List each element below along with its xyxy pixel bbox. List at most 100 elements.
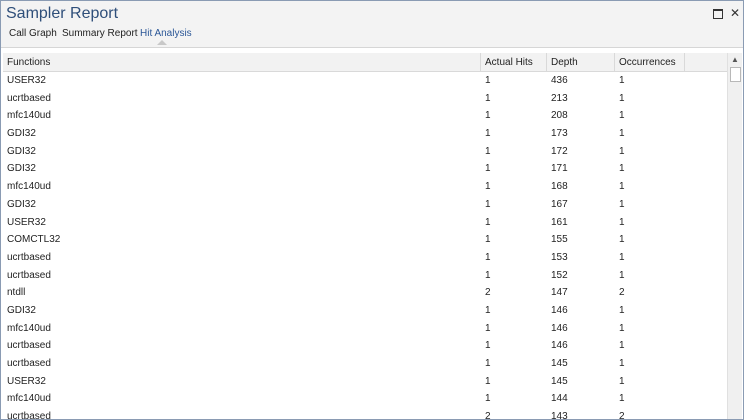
table-row[interactable]: COMCTL32 1 155 1 <box>3 231 727 249</box>
cell-actual-hits: 1 <box>485 128 491 140</box>
cell-depth: 145 <box>551 358 568 369</box>
cell-function: GDI32 <box>7 128 36 140</box>
cell-function: COMCTL32 <box>7 234 61 246</box>
close-icon[interactable]: ✕ <box>728 6 742 20</box>
cell-depth: 173 <box>551 128 568 140</box>
table-row[interactable]: ucrtbased 2 143 2 <box>3 408 727 419</box>
column-header-occurrences[interactable]: Occurrences <box>615 53 685 71</box>
cell-occurrences: 1 <box>619 234 625 246</box>
cell-actual-hits: 1 <box>485 269 491 281</box>
table-row[interactable]: ntdll 2 147 2 <box>3 284 727 302</box>
cell-function: mfc140ud <box>7 393 51 405</box>
cell-actual-hits: 1 <box>485 340 491 352</box>
table-row[interactable]: ucrtbased 1 146 1 <box>3 337 727 355</box>
table-row[interactable]: ucrtbased 1 152 1 <box>3 267 727 285</box>
cell-depth: 171 <box>551 163 568 175</box>
hit-analysis-table: Functions Actual Hits Depth Occurrences … <box>3 53 727 419</box>
table-row[interactable]: ucrtbased 1 145 1 <box>3 355 727 373</box>
cell-occurrences: 1 <box>619 304 625 316</box>
cell-function: GDI32 <box>7 304 36 316</box>
cell-occurrences: 2 <box>619 411 625 419</box>
table-row[interactable]: GDI32 1 146 1 <box>3 302 727 320</box>
table-row[interactable]: USER32 1 161 1 <box>3 214 727 232</box>
title-bar: Sampler Report ✕ <box>1 1 743 27</box>
table-row[interactable]: mfc140ud 1 146 1 <box>3 320 727 338</box>
cell-depth: 436 <box>551 75 568 86</box>
vertical-scrollbar[interactable]: ▲ <box>727 53 742 419</box>
cell-depth: 144 <box>551 393 568 405</box>
sampler-report-window: Sampler Report ✕ Call Graph Summary Repo… <box>0 0 744 420</box>
tab-hit-analysis[interactable]: Hit Analysis <box>140 28 192 39</box>
cell-actual-hits: 2 <box>485 411 491 419</box>
cell-actual-hits: 1 <box>485 181 491 193</box>
table-row[interactable]: ucrtbased 1 213 1 <box>3 90 727 108</box>
cell-depth: 168 <box>551 181 568 193</box>
cell-depth: 146 <box>551 340 568 352</box>
table-header: Functions Actual Hits Depth Occurrences <box>3 53 727 72</box>
cell-actual-hits: 1 <box>485 358 491 369</box>
scrollbar-thumb[interactable] <box>730 67 741 82</box>
table-row[interactable]: USER32 1 145 1 <box>3 373 727 391</box>
table-row[interactable]: GDI32 1 172 1 <box>3 143 727 161</box>
table-row[interactable]: GDI32 1 167 1 <box>3 196 727 214</box>
cell-depth: 172 <box>551 145 568 157</box>
maximize-icon[interactable] <box>711 6 725 20</box>
table-body: USER32 1 436 1 ucrtbased 1 213 1 mfc140ud 1 208 1 GD… <box>3 72 727 419</box>
cell-actual-hits: 1 <box>485 145 491 157</box>
cell-function: mfc140ud <box>7 322 51 334</box>
cell-occurrences: 1 <box>619 75 625 86</box>
cell-function: ucrtbased <box>7 269 51 281</box>
cell-occurrences: 1 <box>619 110 625 122</box>
cell-occurrences: 1 <box>619 216 625 228</box>
cell-occurrences: 1 <box>619 198 625 210</box>
table-row[interactable]: mfc140ud 1 168 1 <box>3 178 727 196</box>
table-row[interactable]: mfc140ud 1 208 1 <box>3 107 727 125</box>
cell-actual-hits: 1 <box>485 92 491 104</box>
cell-actual-hits: 1 <box>485 393 491 405</box>
cell-actual-hits: 1 <box>485 163 491 175</box>
cell-depth: 145 <box>551 375 568 387</box>
cell-occurrences: 1 <box>619 145 625 157</box>
cell-occurrences: 1 <box>619 128 625 140</box>
cell-depth: 152 <box>551 269 568 281</box>
cell-depth: 213 <box>551 92 568 104</box>
cell-actual-hits: 2 <box>485 287 491 299</box>
cell-function: ucrtbased <box>7 358 51 369</box>
column-header-actual-hits[interactable]: Actual Hits <box>481 53 547 71</box>
cell-function: GDI32 <box>7 198 36 210</box>
cell-occurrences: 1 <box>619 358 625 369</box>
cell-function: ucrtbased <box>7 92 51 104</box>
cell-function: GDI32 <box>7 145 36 157</box>
cell-depth: 153 <box>551 251 568 263</box>
table-row[interactable]: GDI32 1 173 1 <box>3 125 727 143</box>
cell-depth: 208 <box>551 110 568 122</box>
table-row[interactable]: GDI32 1 171 1 <box>3 160 727 178</box>
table-row[interactable]: USER32 1 436 1 <box>3 72 727 90</box>
tab-summary-report[interactable]: Summary Report <box>62 28 138 39</box>
column-header-depth[interactable]: Depth <box>547 53 615 71</box>
tab-call-graph[interactable]: Call Graph <box>9 28 57 39</box>
table-row[interactable]: ucrtbased 1 153 1 <box>3 249 727 267</box>
cell-occurrences: 1 <box>619 92 625 104</box>
cell-function: mfc140ud <box>7 110 51 122</box>
cell-function: USER32 <box>7 216 46 228</box>
cell-actual-hits: 1 <box>485 75 491 86</box>
cell-function: USER32 <box>7 375 46 387</box>
column-header-functions[interactable]: Functions <box>3 53 481 71</box>
cell-occurrences: 1 <box>619 163 625 175</box>
table-row[interactable]: mfc140ud 1 144 1 <box>3 390 727 408</box>
cell-function: ucrtbased <box>7 251 51 263</box>
cell-actual-hits: 1 <box>485 375 491 387</box>
cell-actual-hits: 1 <box>485 234 491 246</box>
cell-actual-hits: 1 <box>485 198 491 210</box>
cell-occurrences: 1 <box>619 340 625 352</box>
cell-function: ucrtbased <box>7 411 51 419</box>
cell-actual-hits: 1 <box>485 110 491 122</box>
cell-function: mfc140ud <box>7 181 51 193</box>
cell-function: ntdll <box>7 287 26 299</box>
cell-occurrences: 1 <box>619 393 625 405</box>
cell-occurrences: 1 <box>619 181 625 193</box>
cell-depth: 143 <box>551 411 568 419</box>
scroll-up-arrow-icon[interactable]: ▲ <box>729 54 741 66</box>
cell-function: USER32 <box>7 75 46 86</box>
